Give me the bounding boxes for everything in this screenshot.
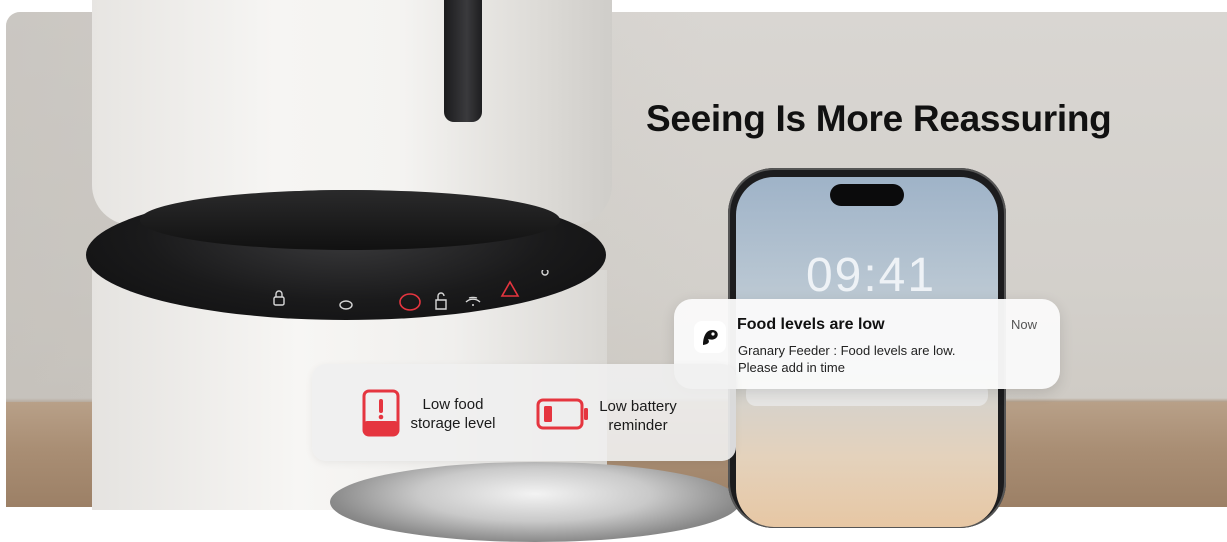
- feeder-status-icons: [273, 270, 549, 311]
- notification-body-line1: Granary Feeder : Food levels are low.: [738, 343, 956, 358]
- warning-icon: [500, 280, 520, 297]
- bowl-icon: [339, 300, 353, 310]
- low-battery-icon: [536, 398, 588, 430]
- exclamation-storage-icon: [362, 389, 400, 437]
- lock-icon: [273, 296, 285, 306]
- feeder-ring-inner: [140, 190, 560, 250]
- notification-body-line2: Please add in time: [738, 360, 845, 375]
- lock-screen-clock: 09:41: [805, 249, 937, 302]
- feature-low-battery-line2: reminder: [608, 417, 668, 434]
- notification-time: Now: [1011, 317, 1038, 332]
- power-icon: [541, 270, 549, 276]
- food-bowl-alert-icon: [399, 293, 421, 311]
- notification-title: Food levels are low: [737, 316, 885, 333]
- wifi-icon: [465, 296, 481, 306]
- feature-low-battery: Low battery reminder: [592, 397, 684, 435]
- feature-low-food-line1: Low food: [422, 396, 484, 413]
- feature-low-battery-line1: Low battery: [599, 398, 677, 415]
- feature-low-food-line2: storage level: [410, 415, 496, 432]
- headline: Seeing Is More Reassuring: [646, 98, 1112, 139]
- feeder-window-slot: [444, 0, 482, 122]
- feature-low-food: Low food storage level: [404, 395, 502, 433]
- app-logo-icon: [694, 321, 726, 353]
- stainless-food-bowl: [330, 462, 740, 542]
- unlock-icon: [435, 292, 447, 310]
- dynamic-island: [830, 184, 904, 206]
- notification-body: Granary Feeder : Food levels are low. Pl…: [738, 342, 956, 376]
